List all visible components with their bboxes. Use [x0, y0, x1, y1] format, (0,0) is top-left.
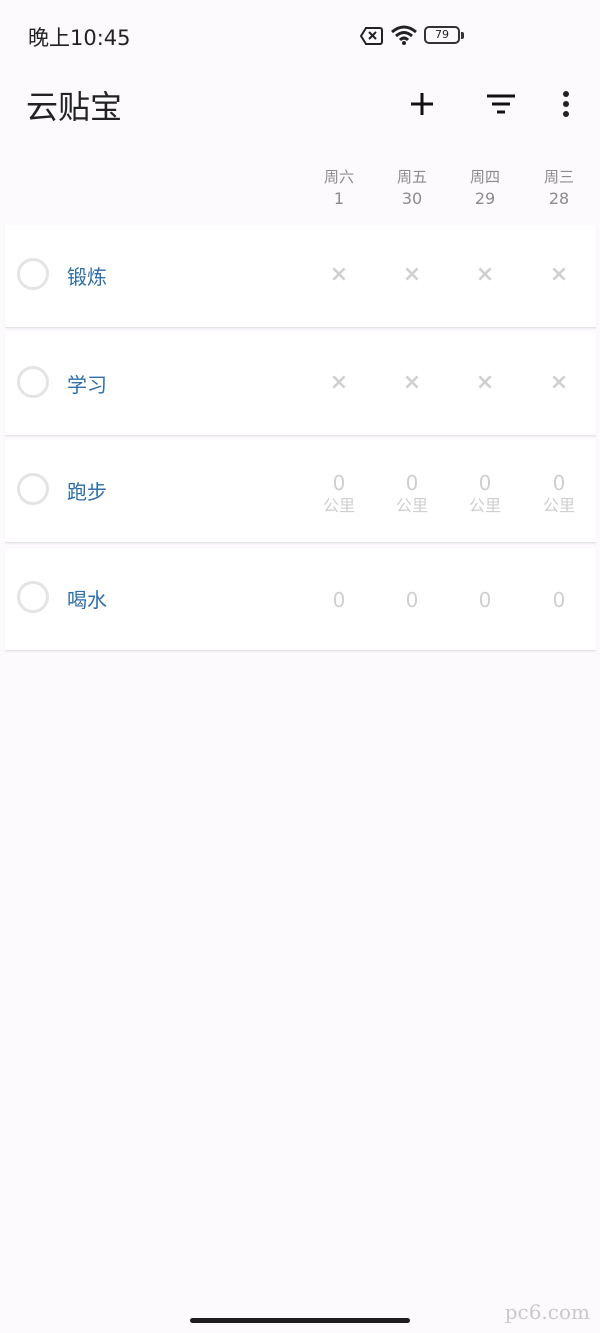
- habit-unit: 公里: [468, 496, 501, 515]
- habit-day-cell[interactable]: ×: [455, 263, 515, 287]
- watermark: pc6.com: [504, 1300, 590, 1324]
- status-bar: 晚上10:45 79: [0, 0, 600, 70]
- habit-day-cell[interactable]: 0: [455, 588, 515, 612]
- habit-day-cell[interactable]: ×: [455, 371, 515, 395]
- close-icon: ×: [329, 370, 349, 395]
- habit-value: 0: [332, 471, 346, 495]
- habit-unit: 公里: [542, 496, 575, 515]
- habit-check-circle[interactable]: [17, 258, 49, 290]
- date-label: 1: [333, 189, 345, 208]
- habit-unit: 公里: [395, 496, 428, 515]
- close-icon: ×: [402, 262, 422, 287]
- habit-name[interactable]: 学习: [67, 369, 107, 398]
- app-bar: 云贴宝: [0, 70, 600, 138]
- habit-check-circle[interactable]: [17, 581, 49, 613]
- habit-value: 0: [332, 588, 346, 612]
- habit-day-cell[interactable]: 0 公里: [382, 471, 442, 517]
- habit-day-cell[interactable]: 0 公里: [455, 471, 515, 517]
- day-headers: 周六 1 周五 30 周四 29 周三 28: [0, 166, 600, 216]
- date-label: 30: [401, 189, 423, 208]
- home-indicator[interactable]: [190, 1318, 410, 1323]
- habit-check-circle[interactable]: [17, 473, 49, 505]
- habit-day-cell[interactable]: 0: [382, 588, 442, 612]
- habit-name[interactable]: 锻炼: [67, 261, 107, 290]
- page-title: 云贴宝: [26, 88, 123, 126]
- habit-day-cell[interactable]: 0 公里: [309, 471, 369, 517]
- date-label: 29: [474, 189, 496, 208]
- habit-day-cell[interactable]: 0: [529, 588, 589, 612]
- habit-card-exercise[interactable]: 锻炼 × × × ×: [5, 225, 596, 328]
- habit-value: 0: [478, 471, 492, 495]
- wifi-icon: [390, 24, 418, 50]
- battery-icon: 79: [424, 26, 464, 44]
- habit-value: 0: [405, 471, 419, 495]
- day-header[interactable]: 周四 29: [455, 166, 515, 210]
- close-icon: ×: [329, 262, 349, 287]
- no-sim-icon: [359, 26, 384, 50]
- habit-value: 0: [478, 588, 492, 612]
- weekday-label: 周六: [323, 168, 354, 186]
- habit-card-study[interactable]: 学习 × × × ×: [5, 333, 596, 436]
- weekday-label: 周三: [543, 168, 574, 186]
- habit-check-circle[interactable]: [17, 366, 49, 398]
- weekday-label: 周四: [469, 168, 500, 186]
- close-icon: ×: [475, 262, 495, 287]
- close-icon: ×: [549, 262, 569, 287]
- close-icon: ×: [402, 370, 422, 395]
- add-button[interactable]: [402, 84, 442, 124]
- habit-name[interactable]: 喝水: [67, 584, 107, 613]
- filter-button[interactable]: [481, 84, 521, 124]
- weekday-label: 周五: [396, 168, 427, 186]
- day-header[interactable]: 周五 30: [382, 166, 442, 210]
- more-vert-icon: [563, 91, 569, 117]
- day-header[interactable]: 周三 28: [529, 166, 589, 210]
- habit-day-cell[interactable]: ×: [309, 371, 369, 395]
- habit-value: 0: [552, 588, 566, 612]
- more-options-button[interactable]: [546, 84, 586, 124]
- habit-day-cell[interactable]: ×: [382, 263, 442, 287]
- habit-day-cell[interactable]: 0 公里: [529, 471, 589, 517]
- habit-card-running[interactable]: 跑步 0 公里 0 公里 0 公里 0 公里: [5, 440, 596, 543]
- habit-day-cell[interactable]: ×: [309, 263, 369, 287]
- date-label: 28: [548, 189, 570, 208]
- status-time: 晚上10:45: [28, 26, 131, 50]
- close-icon: ×: [475, 370, 495, 395]
- habit-value: 0: [552, 471, 566, 495]
- habit-card-drink-water[interactable]: 喝水 0 0 0 0: [5, 548, 596, 651]
- habit-day-cell[interactable]: ×: [529, 371, 589, 395]
- habit-value: 0: [405, 588, 419, 612]
- plus-icon: [411, 93, 433, 115]
- habit-unit: 公里: [322, 496, 355, 515]
- close-icon: ×: [549, 370, 569, 395]
- habit-name[interactable]: 跑步: [67, 476, 107, 505]
- habit-day-cell[interactable]: 0: [309, 588, 369, 612]
- habit-day-cell[interactable]: ×: [529, 263, 589, 287]
- habit-day-cell[interactable]: ×: [382, 371, 442, 395]
- filter-icon: [487, 94, 515, 114]
- day-header[interactable]: 周六 1: [309, 166, 369, 210]
